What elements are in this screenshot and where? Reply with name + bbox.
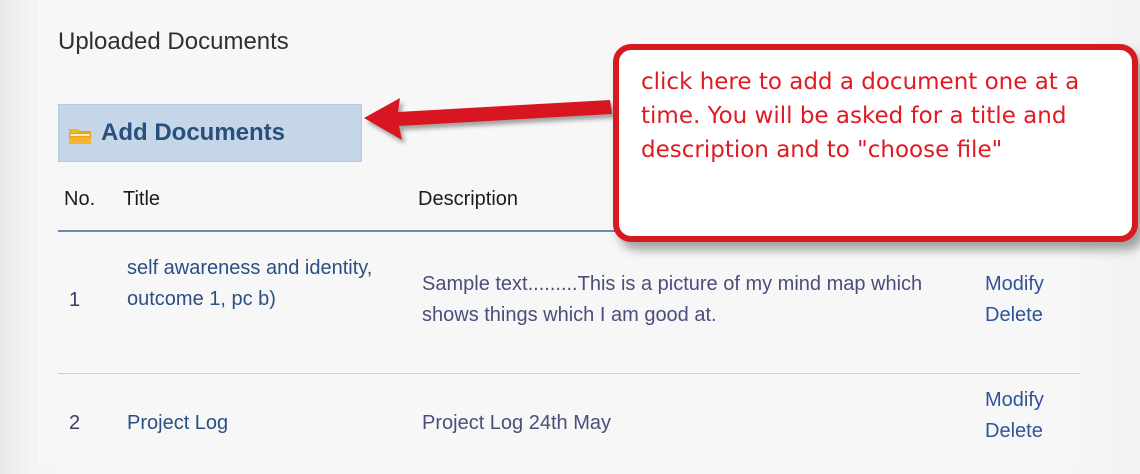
row-actions: Modify Delete (985, 269, 1044, 331)
delete-link[interactable]: Delete (985, 416, 1044, 447)
row-description: Project Log 24th May (422, 412, 611, 434)
arrow-left-icon (364, 98, 612, 140)
folder-icon (69, 129, 91, 145)
instruction-callout: click here to add a document one at a ti… (613, 44, 1138, 242)
modify-link[interactable]: Modify (985, 269, 1044, 300)
modify-link[interactable]: Modify (985, 385, 1044, 416)
delete-link[interactable]: Delete (985, 300, 1044, 331)
header-title: Title (123, 188, 161, 210)
header-no: No. (64, 188, 96, 210)
row-description: Sample text.........This is a picture of… (422, 273, 923, 326)
row-title: self awareness and identity, outcome 1, … (127, 257, 373, 310)
add-documents-button[interactable]: Add Documents (58, 104, 362, 162)
header-description: Description (418, 188, 519, 210)
row-title: Project Log (127, 412, 229, 434)
row-actions: Modify Delete (985, 385, 1044, 447)
row-number: 1 (69, 289, 81, 311)
table-row: 2 Project Log Project Log 24th May Modif… (58, 374, 1080, 474)
add-documents-label: Add Documents (101, 119, 286, 146)
callout-text: click here to add a document one at a ti… (641, 69, 1080, 163)
table-row: 1 self awareness and identity, outcome 1… (58, 232, 1080, 374)
row-number: 2 (69, 412, 81, 434)
section-heading: Uploaded Documents (58, 28, 289, 55)
